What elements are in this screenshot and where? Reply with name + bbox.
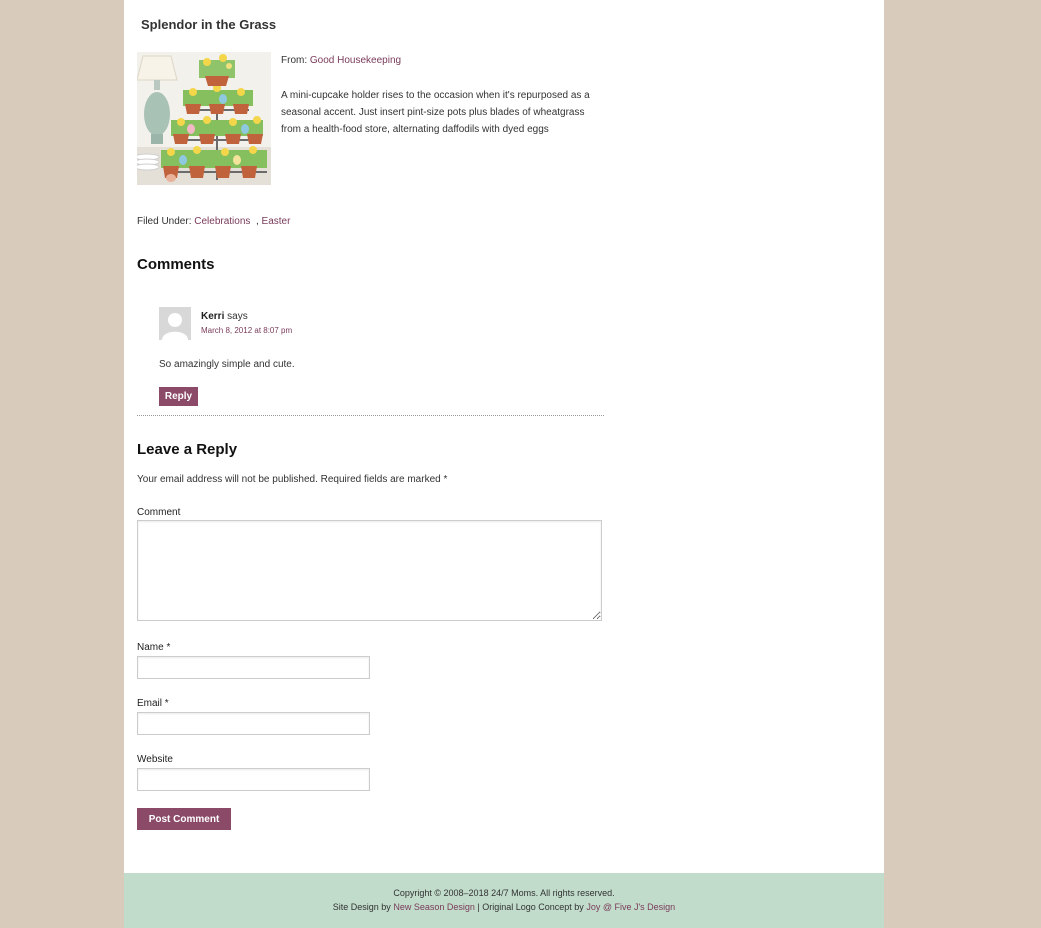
name-label: Name	[137, 642, 164, 653]
email-input[interactable]	[137, 712, 370, 735]
post-description: A mini-cupcake holder rises to the occas…	[281, 90, 590, 135]
required-mark: *	[443, 474, 448, 485]
flower-pots-illustration	[137, 52, 271, 185]
filed-under-label: Filed Under:	[137, 216, 192, 227]
logo-concept-label: | Original Logo Concept by	[477, 902, 584, 912]
website-label: Website	[137, 754, 173, 765]
category-link-easter[interactable]: Easter	[262, 216, 291, 227]
comment-author: Kerri says	[201, 311, 248, 322]
post-comment-button[interactable]: Post Comment	[137, 808, 231, 830]
comment-date-link[interactable]: March 8, 2012 at 8:07 pm	[201, 326, 292, 335]
new-season-design-link[interactable]: New Season Design	[393, 902, 475, 912]
email-notice-text: Your email address will not be published…	[137, 474, 441, 485]
five-js-design-link[interactable]: Joy @ Five J's Design	[586, 902, 675, 912]
page-container: Splendor in the Grass From: Good Houseke…	[124, 0, 884, 928]
email-label: Email	[137, 698, 163, 709]
comment-says: says	[227, 311, 248, 322]
category-link-celebrations[interactable]: Celebrations	[194, 216, 250, 227]
post-source: From: Good Housekeeping	[281, 55, 401, 66]
reply-button[interactable]: Reply	[159, 387, 198, 406]
post-title: Splendor in the Grass	[141, 17, 277, 32]
website-input[interactable]	[137, 768, 370, 791]
default-avatar-icon	[159, 307, 191, 340]
email-required-mark: *	[164, 698, 169, 709]
email-label-row: Email *	[137, 698, 169, 709]
copyright-text: Copyright © 2008–2018 24/7 Moms. All rig…	[393, 888, 615, 898]
post-thumbnail-image[interactable]	[137, 52, 271, 185]
avatar	[159, 307, 191, 340]
email-notice: Your email address will not be published…	[137, 474, 447, 485]
name-input[interactable]	[137, 656, 370, 679]
filed-under: Filed Under: Celebrations , Easter	[137, 216, 290, 227]
credits-line: Site Design by New Season Design | Origi…	[124, 902, 884, 912]
site-footer: Copyright © 2008–2018 24/7 Moms. All rig…	[124, 873, 884, 928]
comment-text: So amazingly simple and cute.	[159, 359, 295, 370]
leave-reply-heading: Leave a Reply	[137, 441, 238, 458]
comments-divider	[137, 415, 604, 416]
site-design-label: Site Design by	[332, 902, 391, 912]
name-label-row: Name *	[137, 642, 170, 653]
source-link[interactable]: Good Housekeeping	[310, 55, 401, 66]
comment-label: Comment	[137, 507, 181, 518]
category-separator: ,	[253, 216, 259, 227]
comment-textarea[interactable]	[137, 520, 602, 621]
comment-author-name: Kerri	[201, 311, 225, 322]
comments-heading: Comments	[137, 256, 215, 273]
from-label: From:	[281, 55, 308, 66]
name-required-mark: *	[166, 642, 171, 653]
